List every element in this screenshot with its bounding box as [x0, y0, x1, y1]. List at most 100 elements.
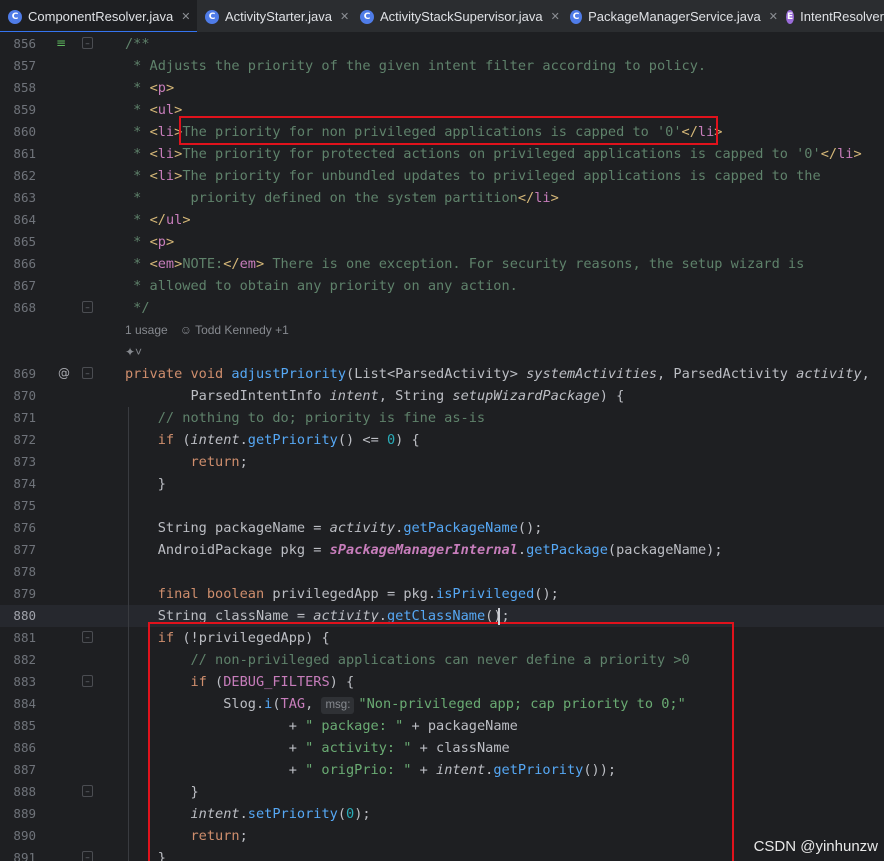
line-number[interactable]: 856 [0, 33, 36, 55]
code-text: if (intent.getPriority() <= 0) { [157, 432, 420, 448]
code-line[interactable]: 872 if (intent.getPriority() <= 0) { [0, 429, 884, 451]
line-number[interactable]: 866 [0, 253, 36, 275]
code-text: final boolean privilegedApp = pkg.isPriv… [157, 586, 559, 602]
line-number[interactable]: 888 [0, 781, 36, 803]
line-number[interactable]: 859 [0, 99, 36, 121]
close-icon[interactable]: ✕ [181, 10, 190, 23]
code-text: private void adjustPriority(List<ParsedA… [125, 366, 870, 382]
code-line[interactable]: 870 ParsedIntentInfo intent, String setu… [0, 385, 884, 407]
code-line[interactable]: 856 /** [0, 33, 884, 55]
tab-2[interactable]: C ActivityStackSupervisor.java ✕ [352, 0, 562, 32]
line-number[interactable]: 887 [0, 759, 36, 781]
line-number[interactable]: 877 [0, 539, 36, 561]
code-text: ParsedIntentInfo intent, String setupWiz… [190, 388, 625, 404]
code-line[interactable]: 866 * <em>NOTE:</em> There is one except… [0, 253, 884, 275]
close-icon[interactable]: ✕ [340, 10, 349, 23]
line-number[interactable]: 862 [0, 165, 36, 187]
code-line[interactable]: 862 * <li>The priority for unbundled upd… [0, 165, 884, 187]
watermark: CSDN @yinhunzw [753, 838, 878, 855]
close-icon[interactable]: ✕ [551, 10, 560, 23]
line-number[interactable]: 883 [0, 671, 36, 693]
ai-actions-icon[interactable]: ✦˅ [125, 341, 142, 363]
code-text: * priority defined on the system partiti… [125, 190, 559, 206]
fold-marker-icon[interactable]: – [82, 675, 93, 687]
code-line[interactable]: 865 * <p> [0, 231, 884, 253]
code-line[interactable]: 876 String packageName = activity.getPac… [0, 517, 884, 539]
code-line[interactable]: 857 * Adjusts the priority of the given … [0, 55, 884, 77]
enum-class-icon: E [786, 9, 795, 24]
class-icon: C [360, 9, 374, 24]
code-line[interactable]: 873 return; [0, 451, 884, 473]
line-number[interactable]: 871 [0, 407, 36, 429]
line-number[interactable]: 891 [0, 847, 36, 861]
code-text: * allowed to obtain any priority on any … [125, 278, 518, 294]
highlight-box [148, 622, 734, 861]
line-number[interactable]: 870 [0, 385, 36, 407]
tab-4[interactable]: E IntentResolver [778, 0, 884, 32]
line-number[interactable]: 861 [0, 143, 36, 165]
line-number[interactable]: 890 [0, 825, 36, 847]
fold-marker-icon[interactable]: – [82, 37, 93, 49]
line-number[interactable]: 863 [0, 187, 36, 209]
line-number[interactable]: 858 [0, 77, 36, 99]
class-icon: C [570, 9, 583, 24]
fold-marker-icon[interactable]: – [82, 851, 93, 861]
code-line[interactable]: 871 // nothing to do; priority is fine a… [0, 407, 884, 429]
line-number[interactable]: 876 [0, 517, 36, 539]
author-link[interactable]: Todd Kennedy +1 [195, 323, 289, 337]
tab-1[interactable]: C ActivityStarter.java ✕ [197, 0, 352, 32]
line-number[interactable]: 878 [0, 561, 36, 583]
line-number[interactable]: 879 [0, 583, 36, 605]
code-text: * Adjusts the priority of the given inte… [125, 58, 707, 74]
line-number[interactable]: 889 [0, 803, 36, 825]
code-line[interactable]: 867 * allowed to obtain any priority on … [0, 275, 884, 297]
tab-label: ActivityStackSupervisor.java [380, 9, 543, 24]
code-editor[interactable]: 856 /** 857 * Adjusts the priority of the … [0, 33, 884, 861]
code-line[interactable]: 878 [0, 561, 884, 583]
code-text: * <ul> [125, 102, 183, 118]
code-line[interactable]: 869 private void adjustPriority(List<Pars… [0, 363, 884, 385]
line-number[interactable]: 860 [0, 121, 36, 143]
code-line[interactable]: 875 [0, 495, 884, 517]
close-icon[interactable]: ✕ [769, 10, 778, 23]
code-line[interactable]: 868 */ [0, 297, 884, 319]
usages-link[interactable]: 1 usage [125, 323, 168, 337]
annotation-icon[interactable]: @ [58, 366, 70, 380]
code-line[interactable]: 861 * <li>The priority for protected act… [0, 143, 884, 165]
implemented-icon[interactable]: ≡ [56, 36, 66, 50]
line-number[interactable]: 864 [0, 209, 36, 231]
code-line[interactable]: 874 } [0, 473, 884, 495]
line-number[interactable]: 873 [0, 451, 36, 473]
tab-0[interactable]: C ComponentResolver.java ✕ [0, 0, 197, 32]
fold-marker-icon[interactable]: – [82, 301, 93, 313]
line-number[interactable]: 884 [0, 693, 36, 715]
fold-marker-icon[interactable]: – [82, 785, 93, 797]
line-number[interactable]: 867 [0, 275, 36, 297]
code-line[interactable]: 877 AndroidPackage pkg = sPackageManager… [0, 539, 884, 561]
tab-3[interactable]: C PackageManagerService.java ✕ [562, 0, 778, 32]
code-line[interactable]: 879 final boolean privilegedApp = pkg.is… [0, 583, 884, 605]
line-number[interactable]: 881 [0, 627, 36, 649]
code-line[interactable]: 863 * priority defined on the system par… [0, 187, 884, 209]
tab-label: PackageManagerService.java [588, 9, 761, 24]
line-number[interactable]: 882 [0, 649, 36, 671]
line-number[interactable]: 886 [0, 737, 36, 759]
code-text: // nothing to do; priority is fine as-is [125, 410, 486, 426]
line-number[interactable]: 865 [0, 231, 36, 253]
line-number[interactable]: 874 [0, 473, 36, 495]
line-number[interactable]: 868 [0, 297, 36, 319]
usage-inlay[interactable]: 1 usage ☺ Todd Kennedy +1 [125, 319, 289, 341]
line-number[interactable]: 875 [0, 495, 36, 517]
fold-marker-icon[interactable]: – [82, 631, 93, 643]
line-number[interactable]: 869 [0, 363, 36, 385]
line-number[interactable]: 880 [0, 605, 36, 627]
line-number[interactable]: 885 [0, 715, 36, 737]
code-line[interactable]: 864 * </ul> [0, 209, 884, 231]
class-icon: C [205, 9, 219, 24]
code-text: return; [190, 454, 248, 470]
code-line[interactable]: 858 * <p> [0, 77, 884, 99]
line-number[interactable]: 872 [0, 429, 36, 451]
code-text: AndroidPackage pkg = sPackageManagerInte… [157, 542, 723, 558]
line-number[interactable]: 857 [0, 55, 36, 77]
fold-marker-icon[interactable]: – [82, 367, 93, 379]
